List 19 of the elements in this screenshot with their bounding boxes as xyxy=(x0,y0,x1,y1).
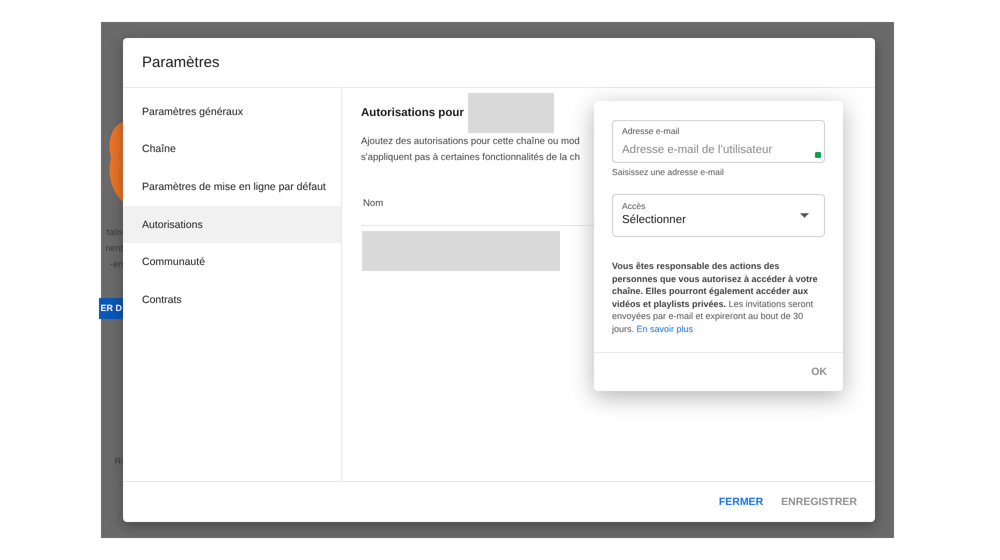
description-text: s'appliquent pas à certaines fonctionnalités de la ch xyxy=(361,151,580,165)
dialog-title: Paramètres xyxy=(142,54,220,71)
description-text: Ajoutez des autorisations pour cette chaîne ou mod xyxy=(361,135,580,149)
footer-button[interactable]: FERMER xyxy=(718,492,764,512)
helper-text: Saisissez une adresse e-mail xyxy=(612,167,725,177)
sidebar-item[interactable]: Autorisations xyxy=(123,206,341,244)
section-heading: Autorisations pour xyxy=(361,107,464,119)
field-label: Adresse e-mail xyxy=(622,126,680,136)
status-icon xyxy=(815,152,821,158)
sidebar-item[interactable]: Paramètres de mise en ligne par défaut xyxy=(123,168,341,206)
sidebar-item[interactable]: Chaîne xyxy=(123,130,341,168)
sidebar-item[interactable]: Communauté xyxy=(123,243,341,281)
access-select[interactable]: Accès Sélectionner xyxy=(612,194,825,237)
sidebar-item[interactable]: Contrats xyxy=(123,280,341,319)
learn-more-link[interactable]: En savoir plus xyxy=(636,324,694,334)
notice-text: Vous êtes responsable des actions des personnes que vous autorisez à accéder à votre chaîne. Elles pourront également accéder aux vidéos et playlists privées. Les invitations seront envoyées par e-mail et expireront au bout de 30 jours. En savoir plus xyxy=(612,260,819,335)
sidebar-item[interactable]: Paramètres généraux xyxy=(123,93,341,131)
column-header: Nom xyxy=(363,198,384,209)
caret-icon xyxy=(800,213,809,218)
